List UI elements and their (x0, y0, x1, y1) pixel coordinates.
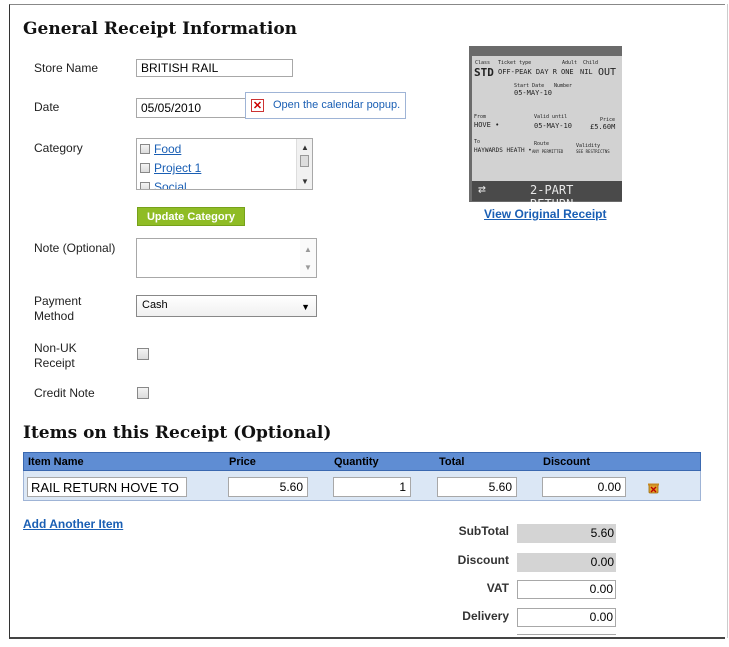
column-header: Total (439, 456, 465, 468)
item-name-input[interactable] (27, 477, 187, 497)
discount-value: 0.00 (517, 553, 616, 572)
update-category-button[interactable]: Update Category (137, 207, 245, 226)
payment-method-value: Cash (142, 299, 168, 311)
item-quantity-input[interactable] (333, 477, 411, 497)
subtotal-value: 5.60 (517, 524, 616, 543)
discount-label: Discount (457, 553, 509, 567)
category-scrollbar[interactable]: ▲ ▼ (296, 139, 312, 189)
general-info-heading: General Receipt Information (23, 19, 298, 39)
category-checkbox[interactable] (140, 182, 150, 189)
column-header: Quantity (334, 456, 379, 468)
note-scrollbar[interactable]: ▲ ▼ (300, 239, 316, 277)
scroll-down-icon[interactable]: ▼ (300, 263, 316, 272)
rail-logo-icon: ⇄ (478, 182, 486, 197)
note-textarea[interactable]: ▲ ▼ (136, 238, 317, 278)
credit-note-label: Credit Note (34, 386, 95, 400)
payment-method-label: Payment Method (34, 294, 82, 323)
item-discount-input[interactable] (542, 477, 626, 497)
delivery-label: Delivery (462, 609, 509, 623)
column-header: Item Name (28, 456, 84, 468)
calendar-popup-text: Open the calendar popup. (273, 99, 401, 111)
non-uk-receipt-checkbox[interactable] (137, 348, 149, 360)
store-name-input[interactable] (136, 59, 293, 77)
category-link[interactable]: Social (154, 180, 187, 189)
items-table-header: Item Name Price Quantity Total Discount (23, 452, 701, 471)
add-another-item-link[interactable]: Add Another Item (23, 517, 123, 531)
scroll-thumb[interactable] (300, 155, 309, 167)
date-label: Date (34, 100, 60, 114)
chevron-down-icon: ▼ (301, 302, 310, 312)
column-header: Price (229, 456, 256, 468)
note-label: Note (Optional) (34, 241, 116, 255)
category-link[interactable]: Food (154, 142, 181, 156)
item-price-input[interactable] (228, 477, 308, 497)
non-uk-receipt-label: Non-UK Receipt (34, 341, 77, 370)
category-link[interactable]: Project 1 (154, 161, 201, 175)
credit-note-checkbox[interactable] (137, 387, 149, 399)
column-header: Discount (543, 456, 591, 468)
next-total-field (517, 634, 616, 637)
category-checkbox[interactable] (140, 144, 150, 154)
category-list[interactable]: Food Project 1 Social ▲ ▼ (136, 138, 313, 190)
receipt-image[interactable]: Class Ticket type Adult Child STD OFF-PE… (469, 46, 622, 202)
close-icon[interactable]: ✕ (251, 99, 264, 112)
scroll-up-icon[interactable]: ▲ (297, 143, 312, 152)
payment-method-select[interactable]: Cash ▼ (136, 295, 317, 317)
scroll-down-icon[interactable]: ▼ (297, 177, 312, 186)
date-input[interactable] (136, 98, 246, 118)
scroll-up-icon[interactable]: ▲ (300, 245, 316, 254)
vat-label: VAT (486, 581, 509, 595)
delivery-input[interactable]: 0.00 (517, 608, 616, 627)
items-heading: Items on this Receipt (Optional) (23, 423, 332, 443)
store-name-label: Store Name (34, 61, 99, 75)
category-label: Category (34, 141, 83, 155)
calendar-popup-tooltip[interactable]: ✕ Open the calendar popup. (245, 92, 406, 119)
subtotal-label: SubTotal (458, 524, 509, 538)
category-checkbox[interactable] (140, 163, 150, 173)
item-total-input[interactable] (437, 477, 517, 497)
view-original-receipt-link[interactable]: View Original Receipt (484, 207, 606, 221)
vat-input[interactable]: 0.00 (517, 580, 616, 599)
delete-item-icon[interactable] (647, 482, 661, 494)
